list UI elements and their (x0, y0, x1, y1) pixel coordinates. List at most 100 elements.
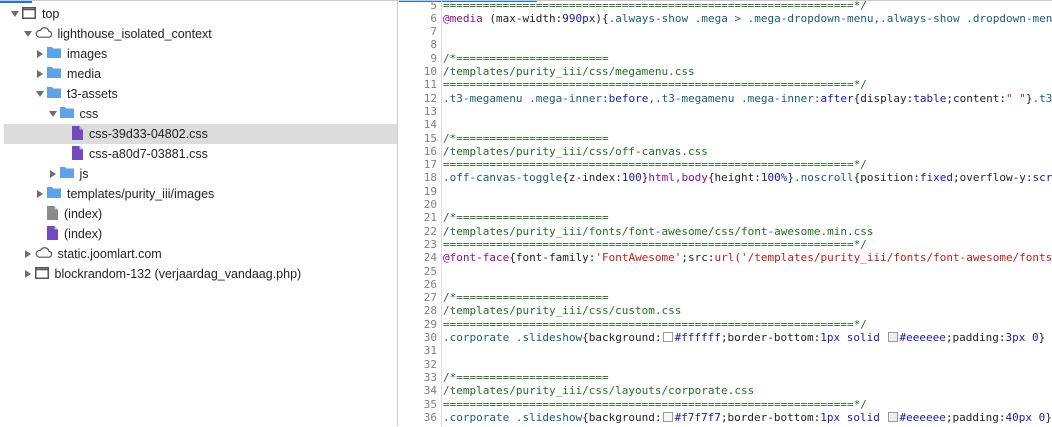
code-line[interactable]: /*======================= (443, 371, 609, 384)
line-number: 34 (399, 384, 437, 397)
tree-item-label: (index) (64, 207, 102, 221)
code-line[interactable]: ========================================… (443, 78, 867, 91)
code-token-val: #eeeeee (900, 411, 946, 424)
line-number: 33 (399, 371, 437, 384)
code-token-prop: {display: (854, 92, 914, 105)
expanded-arrow-icon[interactable] (48, 109, 58, 119)
code-line[interactable]: /templates/purity_iii/fonts/font-awesome… (443, 225, 873, 238)
color-swatch[interactable] (663, 332, 673, 342)
line-number: 32 (399, 358, 437, 371)
code-token-prop: } (1039, 331, 1046, 344)
cloud-icon (35, 27, 52, 41)
code-token-prop: ;overflow-y: (953, 171, 1032, 184)
code-line[interactable]: /templates/purity_iii/css/layouts/corpor… (443, 384, 754, 397)
code-token-at: html,body (648, 171, 708, 184)
code-token-val: 40px 0 (1005, 411, 1045, 424)
code-token-prop: ;border-bottom: (721, 411, 820, 424)
tree-item[interactable]: css-39d33-04802.css (4, 124, 397, 144)
code-token-val: 100% (761, 171, 788, 184)
collapsed-arrow-icon[interactable] (23, 269, 33, 279)
code-line[interactable]: ========================================… (443, 318, 867, 331)
code-token-val: solid (840, 411, 886, 424)
code-token-comment: /templates/purity_iii/css/off-canvas.css (443, 145, 708, 158)
line-number: 14 (399, 118, 437, 131)
collapsed-arrow-icon[interactable] (35, 189, 45, 199)
code-line[interactable]: @font-face{font-family:'FontAwesome';src… (443, 251, 1052, 264)
code-token-val: after (821, 92, 854, 105)
tree-item-label: templates/purity_iii/images (67, 187, 214, 201)
tree-item[interactable]: lighthouse_isolated_context (4, 24, 397, 44)
code-line[interactable]: .t3-megamenu .mega-inner:before,.t3-mega… (443, 92, 1052, 105)
collapsed-arrow-icon[interactable] (35, 69, 45, 79)
code-token-comment: /templates/purity_iii/css/layouts/corpor… (443, 384, 754, 397)
tree-item[interactable]: (index) (4, 204, 397, 224)
code-line[interactable]: /*======================= (443, 132, 609, 145)
tree-item[interactable]: css-a80d7-03881.css (4, 144, 397, 164)
expanded-arrow-icon[interactable] (35, 89, 45, 99)
code-token-val: 1px (820, 331, 840, 344)
code-line[interactable]: /*======================= (443, 52, 609, 65)
tree-item[interactable]: templates/purity_iii/images (4, 184, 397, 204)
line-number: 16 (399, 145, 437, 158)
code-editor[interactable]: 5678910111213141516171819202122232425262… (399, 0, 1052, 427)
code-token-prop: ;padding: (946, 411, 1006, 424)
code-line[interactable]: ========================================… (443, 158, 867, 171)
collapsed-arrow-icon[interactable] (35, 49, 45, 59)
expanded-arrow-icon[interactable] (23, 29, 33, 39)
line-number: 30 (399, 331, 437, 344)
code-line[interactable]: ========================================… (443, 0, 867, 12)
tree-item[interactable]: js (4, 164, 397, 184)
color-swatch[interactable] (888, 332, 898, 342)
tree-item-label: blockrandom-132 (verjaardag_vandaag.php) (55, 267, 302, 281)
collapsed-arrow-icon[interactable] (23, 249, 33, 259)
code-token-str: " " (1006, 92, 1026, 105)
tree-item[interactable]: (index) (4, 224, 397, 244)
code-token-prop: ;src: (681, 251, 714, 264)
code-line[interactable]: /*======================= (443, 291, 609, 304)
code-line[interactable]: /*======================= (443, 211, 609, 224)
code-token-prop: (max-width: (483, 12, 562, 25)
document-file-icon (47, 206, 58, 223)
tree-item-label: static.joomlart.com (58, 247, 162, 261)
folder-icon (60, 107, 74, 121)
code-token-prop: {position: (854, 171, 920, 184)
code-token-str: url('/templates/purity_iii/fonts/font-aw… (715, 251, 1052, 264)
color-swatch[interactable] (888, 412, 898, 422)
tree-item-label: t3-assets (67, 87, 118, 101)
code-token-comment: /templates/purity_iii/css/megamenu.css (443, 65, 695, 78)
code-token-sel: .t3-megamenu (1032, 92, 1052, 105)
code-token-comment: ========================================… (443, 78, 867, 91)
line-number: 29 (399, 318, 437, 331)
tree-item[interactable]: static.joomlart.com (4, 244, 397, 264)
line-number: 26 (399, 278, 437, 291)
code-line[interactable]: @media (max-width:990px){.always-show .m… (443, 12, 1052, 25)
code-token-sel: .always-show .mega > .mega-dropdown-menu… (609, 12, 1052, 25)
code-line[interactable]: /templates/purity_iii/css/megamenu.css (443, 65, 695, 78)
line-number: 20 (399, 198, 437, 211)
tree-item[interactable]: top (4, 4, 397, 24)
tree-item[interactable]: images (4, 44, 397, 64)
code-line[interactable]: .corporate .slideshow{background:#f7f7f7… (443, 411, 1052, 424)
collapsed-arrow-icon[interactable] (48, 169, 58, 179)
code-line[interactable]: /templates/purity_iii/css/custom.css (443, 304, 681, 317)
line-number: 13 (399, 105, 437, 118)
code-line[interactable]: .corporate .slideshow{background:#ffffff… (443, 331, 1045, 344)
folder-icon (47, 67, 61, 81)
tree-item[interactable]: css (4, 104, 397, 124)
code-token-sel: .corporate .slideshow (443, 411, 582, 424)
folder-icon (47, 47, 61, 61)
expanded-arrow-icon[interactable] (10, 9, 20, 19)
line-number: 10 (399, 65, 437, 78)
line-number: 36 (399, 411, 437, 424)
code-token-prop: {height: (708, 171, 761, 184)
line-number: 19 (399, 185, 437, 198)
color-swatch[interactable] (663, 412, 673, 422)
code-line[interactable]: ========================================… (443, 238, 867, 251)
tree-item[interactable]: t3-assets (4, 84, 397, 104)
tree-item[interactable]: blockrandom-132 (verjaardag_vandaag.php) (4, 264, 397, 284)
code-line[interactable]: .off-canvas-toggle{z-index:100}html,body… (443, 171, 1052, 184)
tree-item[interactable]: media (4, 64, 397, 84)
cloud-icon (35, 247, 52, 261)
code-line[interactable]: /templates/purity_iii/css/off-canvas.css (443, 145, 708, 158)
code-line[interactable]: ========================================… (443, 398, 867, 411)
